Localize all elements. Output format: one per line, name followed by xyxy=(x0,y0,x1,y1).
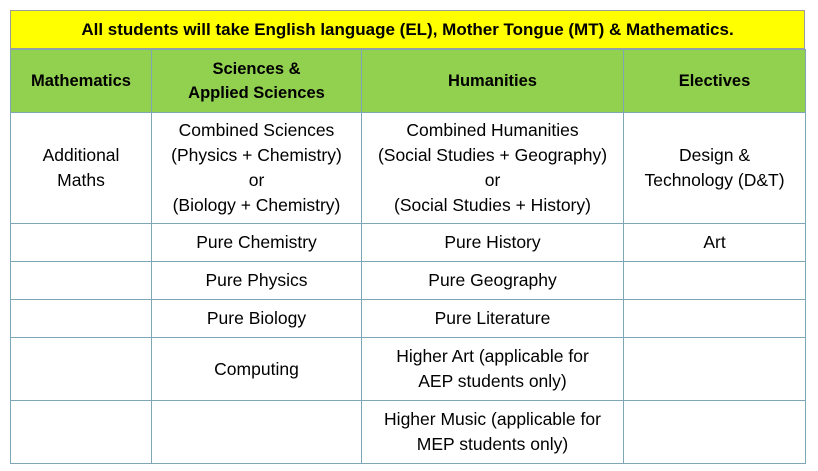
notice-banner: All students will take English language … xyxy=(10,10,805,49)
header-humanities: Humanities xyxy=(361,49,624,113)
cell-line: Combined Humanities xyxy=(406,120,579,140)
cell-line: Technology (D&T) xyxy=(644,170,785,190)
cell-humanities: Higher Art (applicable for AEP students … xyxy=(361,337,624,401)
cell-sciences: Pure Chemistry xyxy=(151,223,362,262)
cell-line: Combined Sciences xyxy=(178,120,335,140)
table-row: Computing Higher Art (applicable for AEP… xyxy=(10,337,806,401)
cell-electives xyxy=(623,400,806,464)
table-row: Pure Physics Pure Geography xyxy=(10,261,806,300)
cell-humanities: Combined Humanities (Social Studies + Ge… xyxy=(361,112,624,224)
cell-mathematics xyxy=(10,299,152,338)
header-electives: Electives xyxy=(623,49,806,113)
cell-line: Additional xyxy=(42,145,120,165)
table-row: Pure Chemistry Pure History Art xyxy=(10,223,806,262)
cell-mathematics xyxy=(10,223,152,262)
table-row: Additional Maths Combined Sciences (Phys… xyxy=(10,112,806,224)
cell-electives: Art xyxy=(623,223,806,262)
cell-mathematics xyxy=(10,400,152,464)
cell-line: Higher Art (applicable for xyxy=(396,346,589,366)
cell-line: Maths xyxy=(57,170,105,190)
table-row: Pure Biology Pure Literature xyxy=(10,299,806,338)
notice-banner-text: All students will take English language … xyxy=(81,19,734,39)
cell-line: (Social Studies + Geography) xyxy=(377,145,608,165)
cell-line: AEP students only) xyxy=(418,371,567,391)
cell-humanities: Higher Music (applicable for MEP student… xyxy=(361,400,624,464)
cell-electives: Design & Technology (D&T) xyxy=(623,112,806,224)
cell-electives xyxy=(623,299,806,338)
cell-line: MEP students only) xyxy=(416,434,569,454)
cell-electives xyxy=(623,337,806,401)
header-sciences: Sciences & Applied Sciences xyxy=(151,49,362,113)
table-row: Higher Music (applicable for MEP student… xyxy=(10,400,806,464)
cell-line: (Social Studies + History) xyxy=(394,195,591,215)
cell-line: Design & xyxy=(678,145,750,165)
cell-line: or xyxy=(248,170,265,190)
header-sciences-line: Applied Sciences xyxy=(188,84,325,102)
cell-mathematics xyxy=(10,261,152,300)
cell-line: (Biology + Chemistry) xyxy=(172,195,341,215)
cell-line: Higher Music (applicable for xyxy=(384,409,601,429)
table-header-row: Mathematics Sciences & Applied Sciences … xyxy=(10,49,806,113)
subject-combinations-table: Mathematics Sciences & Applied Sciences … xyxy=(10,49,806,464)
cell-sciences: Combined Sciences (Physics + Chemistry) … xyxy=(151,112,362,224)
cell-mathematics xyxy=(10,337,152,401)
cell-humanities: Pure Geography xyxy=(361,261,624,300)
cell-line: (Physics + Chemistry) xyxy=(171,145,342,165)
header-mathematics: Mathematics xyxy=(10,49,152,113)
header-sciences-line: Sciences & xyxy=(212,60,301,78)
cell-sciences: Computing xyxy=(151,337,362,401)
cell-electives xyxy=(623,261,806,300)
cell-line: or xyxy=(484,170,501,190)
cell-mathematics: Additional Maths xyxy=(10,112,152,224)
cell-humanities: Pure History xyxy=(361,223,624,262)
cell-sciences xyxy=(151,400,362,464)
cell-sciences: Pure Biology xyxy=(151,299,362,338)
cell-humanities: Pure Literature xyxy=(361,299,624,338)
cell-sciences: Pure Physics xyxy=(151,261,362,300)
